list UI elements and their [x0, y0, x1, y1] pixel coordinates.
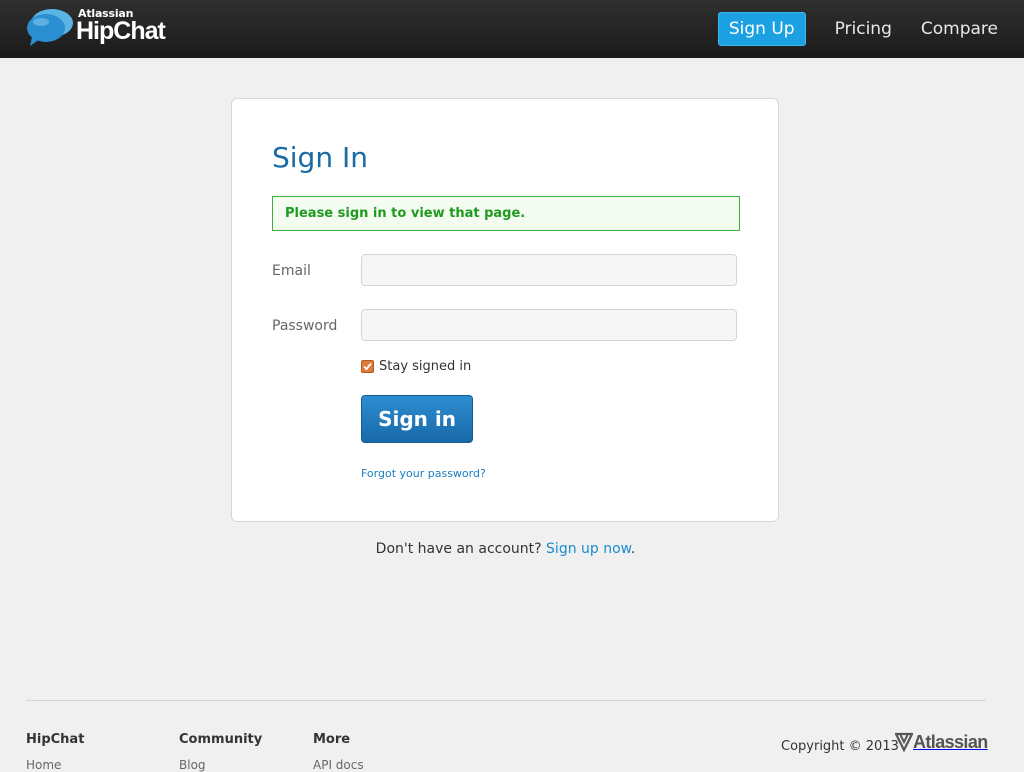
signup-nav-button[interactable]: Sign Up	[717, 12, 806, 46]
footer-link-blog[interactable]: Blog	[179, 758, 262, 772]
stay-signed-in-row: Stay signed in	[361, 359, 471, 374]
checkmark-icon	[363, 362, 372, 371]
atlassian-logo[interactable]: Atlassian	[895, 731, 988, 753]
signup-prompt-period: .	[630, 541, 636, 557]
footer-heading: More	[313, 732, 351, 747]
atlassian-logo-text: Atlassian	[913, 731, 988, 752]
signup-now-link[interactable]: Sign up now	[546, 541, 631, 557]
signup-prompt: Don't have an account? Sign up now.	[0, 541, 1011, 557]
footer-column-community: Community Blog	[179, 732, 262, 772]
hipchat-logo[interactable]: Atlassian HipChat	[26, 7, 176, 51]
forgot-password-link[interactable]: Forgot your password?	[361, 467, 486, 480]
signin-button[interactable]: Sign in	[361, 395, 473, 443]
password-field[interactable]	[361, 309, 737, 341]
compare-nav-link[interactable]: Compare	[921, 19, 998, 39]
footer-column-hipchat: HipChat Home	[26, 732, 84, 772]
atlassian-mark-icon	[895, 732, 913, 752]
signin-card: Sign In Please sign in to view that page…	[231, 98, 779, 522]
footer-heading: HipChat	[26, 732, 85, 747]
main-nav: Sign Up Pricing Compare	[717, 12, 998, 46]
footer-heading: Community	[179, 732, 263, 747]
logo-hipchat-text: HipChat	[76, 17, 166, 45]
footer-link-api-docs[interactable]: API docs	[313, 758, 364, 772]
footer-link-home[interactable]: Home	[26, 758, 84, 772]
email-label: Email	[272, 263, 311, 279]
footer-divider	[26, 700, 986, 701]
chat-bubble-icon	[27, 9, 73, 46]
stay-signed-in-checkbox[interactable]	[361, 360, 374, 373]
password-label: Password	[272, 318, 338, 334]
email-field[interactable]	[361, 254, 737, 286]
signup-prompt-text: Don't have an account?	[375, 541, 542, 557]
copyright-text: Copyright © 2013	[781, 739, 899, 754]
pricing-nav-link[interactable]: Pricing	[835, 19, 892, 39]
stay-signed-in-label: Stay signed in	[379, 359, 472, 374]
page-title: Sign In	[272, 141, 368, 174]
footer-column-more: More API docs	[313, 732, 364, 772]
signin-required-notice: Please sign in to view that page.	[272, 196, 740, 231]
top-navigation-bar: Atlassian HipChat Sign Up Pricing Compar…	[0, 0, 1024, 58]
